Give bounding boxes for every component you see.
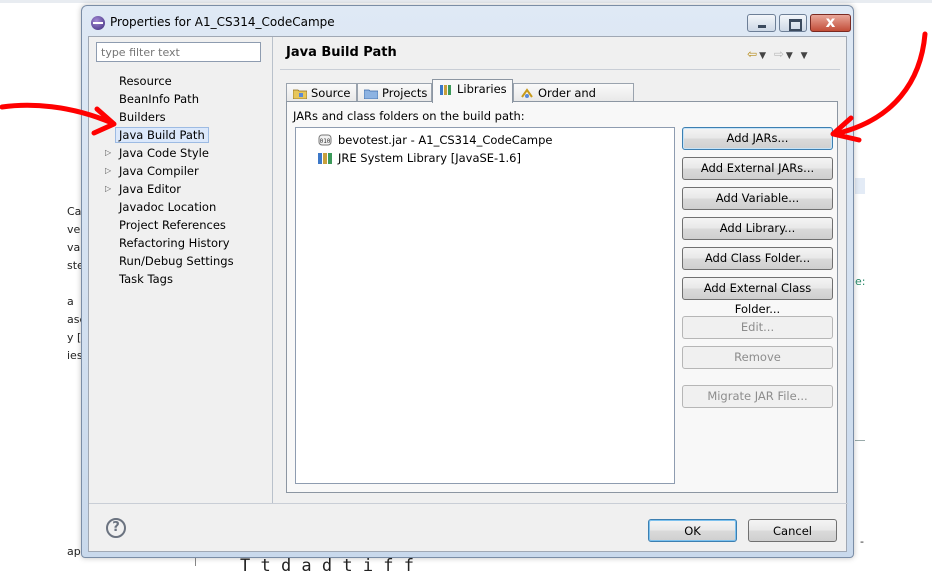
list-item[interactable]: JRE System Library [JavaSE-1.6] [318, 149, 521, 167]
tree-item-label: Java Editor [119, 182, 181, 196]
add-class-folder-button[interactable]: Add Class Folder... [682, 247, 833, 270]
tree-item-resource[interactable]: Resource [99, 72, 269, 90]
tab-label: Projects [382, 86, 428, 100]
maximize-button[interactable] [779, 14, 807, 32]
tree-item-label: Java Code Style [119, 146, 209, 160]
annotation-arrow-left [0, 102, 117, 136]
source-folder-icon [293, 89, 307, 99]
add-external-class-folder-button[interactable]: Add External Class Folder... [682, 277, 833, 316]
add-external-jars-button[interactable]: Add External JARs... [682, 157, 833, 180]
tree-item-label: Refactoring History [119, 236, 230, 250]
background-text-fragment: Ca [67, 205, 82, 218]
tree-sash[interactable] [272, 37, 273, 503]
tab-source[interactable]: Source [286, 83, 357, 103]
eclipse-icon [91, 16, 105, 30]
list-item[interactable]: 010 bevotest.jar - A1_CS314_CodeCampe [318, 131, 552, 149]
background-text-fragment: a [67, 295, 74, 308]
window-title: Properties for A1_CS314_CodeCampe [110, 15, 335, 29]
libraries-tab-panel: JARs and class folders on the build path… [286, 101, 838, 493]
background-text-fragment: y [ [67, 331, 82, 344]
tree-item-run-debug-settings[interactable]: Run/Debug Settings [99, 252, 269, 270]
tree-item-java-editor[interactable]: ▷ Java Editor [99, 180, 269, 198]
add-jars-button[interactable]: Add JARs... [682, 127, 833, 150]
add-variable-button[interactable]: Add Variable... [682, 187, 833, 210]
tree-item-javadoc-location[interactable]: Javadoc Location [99, 198, 269, 216]
background-text-fragment: ap [67, 545, 81, 558]
tree-item-label: Project References [119, 218, 226, 232]
header-separator [280, 69, 840, 70]
tree-item-java-code-style[interactable]: ▷ Java Code Style [99, 144, 269, 162]
background-panel-line [855, 440, 865, 441]
properties-dialog: Properties for A1_CS314_CodeCampe x Reso… [81, 5, 854, 558]
forward-arrow-icon[interactable]: ⇨ [774, 47, 786, 61]
library-entry-label: JRE System Library [JavaSE-1.6] [338, 151, 521, 165]
add-library-button[interactable]: Add Library... [682, 217, 833, 240]
libraries-list[interactable]: 010 bevotest.jar - A1_CS314_CodeCampe JR… [295, 127, 675, 484]
tab-libraries[interactable]: Libraries [432, 79, 513, 103]
expand-triangle-icon[interactable]: ▷ [105, 144, 111, 162]
expand-triangle-icon[interactable]: ▷ [105, 162, 111, 180]
migrate-jar-button[interactable]: Migrate JAR File... [682, 385, 833, 408]
background-text-fragment: va [67, 241, 81, 254]
tab-order-and-export[interactable]: Order and Export [513, 83, 634, 118]
tree-item-label: Javadoc Location [119, 200, 217, 214]
tree-item-label: Resource [119, 74, 172, 88]
minimize-button[interactable] [747, 14, 776, 32]
tree-item-task-tags[interactable]: Task Tags [99, 270, 269, 288]
filter-input[interactable] [97, 43, 260, 61]
tree-item-label: Java Build Path [115, 127, 209, 143]
cancel-button[interactable]: Cancel [748, 519, 837, 542]
background-panel-line [195, 558, 196, 566]
background-divider [0, 0, 932, 3]
tab-label: Source [311, 86, 351, 100]
jar-icon: 010 [318, 134, 332, 146]
back-arrow-icon[interactable]: ⇦ [747, 47, 759, 61]
title-bar[interactable]: Properties for A1_CS314_CodeCampe x [82, 6, 853, 36]
forward-dropdown-icon[interactable]: ▼ [786, 51, 795, 61]
background-panel-line [855, 178, 865, 194]
filter-field[interactable] [96, 42, 261, 62]
tab-projects[interactable]: Projects [357, 83, 432, 103]
tree-item-refactoring-history[interactable]: Refactoring History [99, 234, 269, 252]
tree-item-label: Builders [119, 110, 166, 124]
help-icon[interactable]: ? [106, 518, 126, 538]
libraries-caption: JARs and class folders on the build path… [293, 109, 525, 123]
footer-separator [89, 503, 848, 504]
remove-button[interactable]: Remove [682, 346, 833, 369]
libraries-icon [440, 85, 451, 95]
tree-item-label: BeanInfo Path [119, 92, 199, 106]
expand-triangle-icon[interactable]: ▷ [105, 180, 111, 198]
svg-text:010: 010 [320, 138, 331, 145]
tree-item-label: Run/Debug Settings [119, 254, 234, 268]
library-entry-label: bevotest.jar - A1_CS314_CodeCampe [338, 133, 553, 147]
history-nav: ⇦▼ ⇨▼ ▼ [747, 47, 810, 61]
background-text-fragment: - [860, 535, 864, 548]
view-menu-icon[interactable]: ▼ [801, 51, 810, 61]
tab-label: Libraries [457, 82, 507, 96]
background-code-text: T t d a d t i f f [240, 556, 414, 576]
order-export-icon [521, 88, 533, 98]
background-text-fragment: e: [855, 275, 866, 288]
close-icon: x [825, 13, 836, 31]
annotation-arrow-right [830, 31, 928, 143]
page-title: Java Build Path [286, 45, 397, 60]
ok-button[interactable]: OK [648, 519, 737, 542]
library-icon [318, 153, 332, 164]
background-text-fragment: ve [67, 223, 81, 236]
tree-item-project-references[interactable]: Project References [99, 216, 269, 234]
tree-item-java-compiler[interactable]: ▷ Java Compiler [99, 162, 269, 180]
dialog-body: Resource BeanInfo Path Builders Java Bui… [88, 36, 848, 552]
projects-icon [364, 89, 378, 99]
edit-button[interactable]: Edit... [682, 316, 833, 339]
tree-item-label: Java Compiler [119, 164, 199, 178]
back-dropdown-icon[interactable]: ▼ [759, 51, 768, 61]
tree-item-label: Task Tags [119, 272, 173, 286]
